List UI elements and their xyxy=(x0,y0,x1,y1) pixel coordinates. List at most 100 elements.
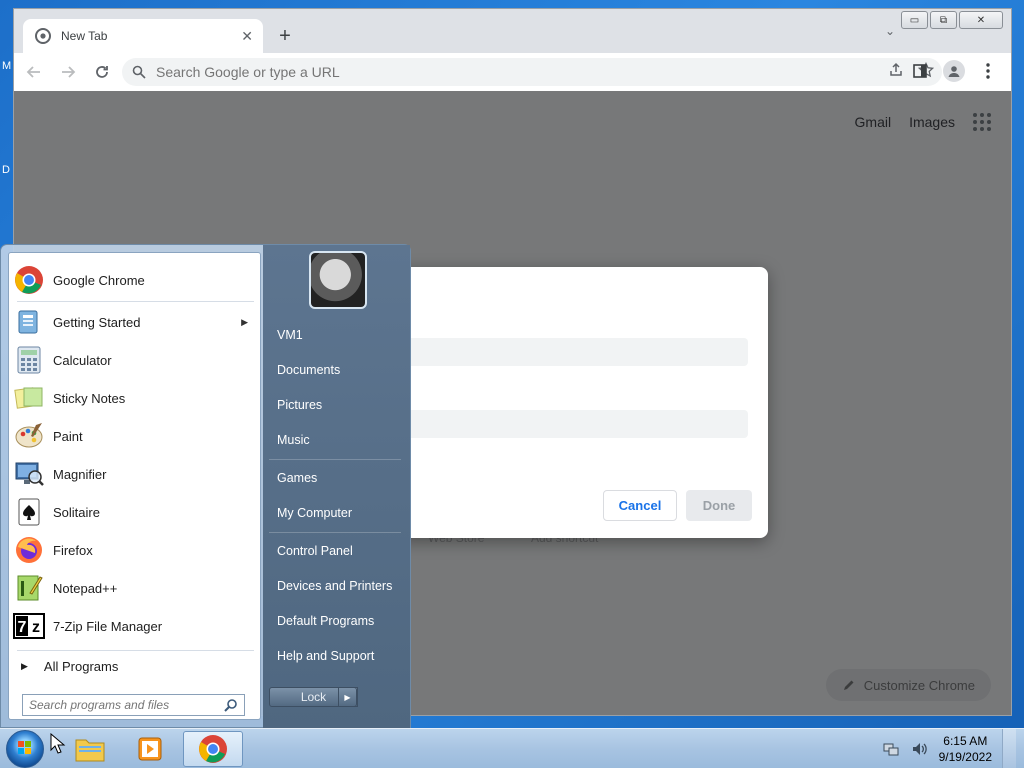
desktop-icon-label-stub: M xyxy=(2,60,12,72)
edit-shortcut-dialog: Cancel Done xyxy=(396,267,768,538)
chrome-menu-button[interactable] xyxy=(975,58,1001,84)
sticky-notes-icon xyxy=(13,382,45,414)
side-panel-button[interactable] xyxy=(907,58,933,84)
start-search-input[interactable] xyxy=(29,698,219,712)
network-icon[interactable] xyxy=(883,741,901,757)
back-arrow-icon xyxy=(26,66,40,78)
start-right-item-games[interactable]: Games xyxy=(269,464,403,492)
start-right-item-pictures[interactable]: Pictures xyxy=(269,391,403,419)
start-search-box[interactable] xyxy=(22,694,245,716)
paint-icon xyxy=(13,420,45,452)
start-item-calculator[interactable]: Calculator xyxy=(13,342,256,378)
start-item-getting-started[interactable]: Getting Started ▶ xyxy=(13,304,256,340)
tab-search-icon[interactable]: ⌄ xyxy=(885,24,895,38)
media-player-icon xyxy=(138,737,162,761)
start-right-item-devices-printers[interactable]: Devices and Printers xyxy=(269,572,403,600)
start-right-item-music[interactable]: Music xyxy=(269,426,403,454)
reload-icon xyxy=(96,66,108,78)
taskbar-explorer-button[interactable] xyxy=(60,731,120,767)
chrome-icon xyxy=(13,264,45,296)
shutdown-options-arrow-icon[interactable]: ▶ xyxy=(338,687,357,707)
user-picture-avatar[interactable] xyxy=(309,251,367,309)
tab-strip: New Tab ✕ + ⌄ ▭ ⧉ ✕ xyxy=(14,9,1011,53)
folder-icon xyxy=(75,739,105,762)
customize-chrome-button[interactable]: Customize Chrome xyxy=(825,669,991,701)
start-right-item-default-programs[interactable]: Default Programs xyxy=(269,607,403,635)
start-item-label: Paint xyxy=(53,428,83,444)
all-programs-button[interactable]: ▶ All Programs xyxy=(17,654,254,678)
tab-close-icon[interactable]: ✕ xyxy=(241,28,253,45)
start-menu-programs-pane: Google Chrome Getting Started ▶ Calculat… xyxy=(8,252,261,720)
volume-icon[interactable] xyxy=(911,741,929,757)
start-right-item-my-computer[interactable]: My Computer xyxy=(269,499,403,527)
start-item-label: Firefox xyxy=(53,542,93,558)
show-desktop-button[interactable] xyxy=(1002,729,1016,768)
all-programs-label: All Programs xyxy=(43,658,119,674)
start-item-label: Getting Started xyxy=(53,314,141,330)
chrome-icon xyxy=(199,735,227,763)
start-item-solitaire[interactable]: Solitaire xyxy=(13,494,256,530)
start-item-magnifier[interactable]: Magnifier xyxy=(13,456,256,492)
side-panel-icon xyxy=(913,64,927,78)
tab-new-tab[interactable]: New Tab ✕ xyxy=(23,19,263,53)
browser-toolbar xyxy=(14,53,1011,91)
start-item-label: Solitaire xyxy=(53,504,100,520)
start-item-7zip[interactable]: 7z 7-Zip File Manager xyxy=(13,608,256,644)
shortcut-url-field[interactable] xyxy=(396,410,748,438)
kebab-menu-icon xyxy=(986,63,990,79)
google-apps-icon[interactable] xyxy=(973,113,991,131)
getting-started-icon xyxy=(13,306,45,338)
restore-button[interactable]: ⧉ xyxy=(930,11,957,29)
7zip-icon: 7z xyxy=(13,610,45,642)
start-item-label: Magnifier xyxy=(53,466,107,482)
start-right-item-user[interactable]: VM1 xyxy=(269,321,403,349)
start-item-label: Google Chrome xyxy=(53,272,145,288)
start-item-google-chrome[interactable]: Google Chrome xyxy=(13,262,256,298)
profile-avatar-icon xyxy=(943,60,965,82)
omnibox[interactable] xyxy=(122,58,942,86)
start-right-item-control-panel[interactable]: Control Panel xyxy=(269,537,403,565)
search-icon[interactable] xyxy=(224,698,238,712)
done-button[interactable]: Done xyxy=(686,490,752,521)
start-right-item-documents[interactable]: Documents xyxy=(269,356,403,384)
system-clock[interactable]: 6:15 AM 9/19/2022 xyxy=(939,733,992,765)
start-item-label: 7-Zip File Manager xyxy=(53,618,163,634)
forward-button[interactable] xyxy=(54,58,82,86)
pencil-icon xyxy=(843,680,854,690)
customize-chrome-label: Customize Chrome xyxy=(863,677,975,693)
start-button-orb-icon[interactable] xyxy=(6,730,44,768)
minimize-button[interactable]: ▭ xyxy=(901,11,928,29)
notepadpp-icon xyxy=(13,572,45,604)
clock-date: 9/19/2022 xyxy=(938,750,992,764)
taskbar-chrome-button[interactable] xyxy=(183,731,243,767)
start-item-paint[interactable]: Paint xyxy=(13,418,256,454)
start-item-label: Notepad++ xyxy=(53,580,118,596)
new-tab-button[interactable]: + xyxy=(272,23,298,49)
back-button[interactable] xyxy=(20,58,48,86)
clock-time: 6:15 AM xyxy=(943,734,988,748)
start-item-notepadpp[interactable]: Notepad++ xyxy=(13,570,256,606)
start-item-sticky-notes[interactable]: Sticky Notes xyxy=(13,380,256,416)
reload-button[interactable] xyxy=(88,58,116,86)
chrome-favicon-icon xyxy=(35,28,51,44)
start-menu-places-pane: VM1 Documents Pictures Music Games My Co… xyxy=(263,245,410,729)
solitaire-icon xyxy=(13,496,45,528)
close-button[interactable]: ✕ xyxy=(959,11,1003,29)
firefox-icon xyxy=(13,534,45,566)
forward-arrow-icon xyxy=(62,66,76,78)
gmail-link[interactable]: Gmail xyxy=(855,114,892,130)
start-right-item-help-support[interactable]: Help and Support xyxy=(269,642,403,670)
images-link[interactable]: Images xyxy=(909,114,955,130)
taskbar-media-player-button[interactable] xyxy=(121,731,181,767)
calculator-icon xyxy=(13,344,45,376)
cancel-button[interactable]: Cancel xyxy=(603,490,677,521)
tab-title: New Tab xyxy=(61,29,108,43)
share-icon[interactable] xyxy=(888,62,904,78)
shortcut-name-field[interactable] xyxy=(396,338,748,366)
start-item-firefox[interactable]: Firefox xyxy=(13,532,256,568)
omnibox-input[interactable] xyxy=(156,64,756,80)
magnifier-icon xyxy=(13,458,45,490)
profile-button[interactable] xyxy=(941,58,967,84)
start-item-label: Calculator xyxy=(53,352,112,368)
window-caption-buttons: ▭ ⧉ ✕ xyxy=(901,11,1003,29)
